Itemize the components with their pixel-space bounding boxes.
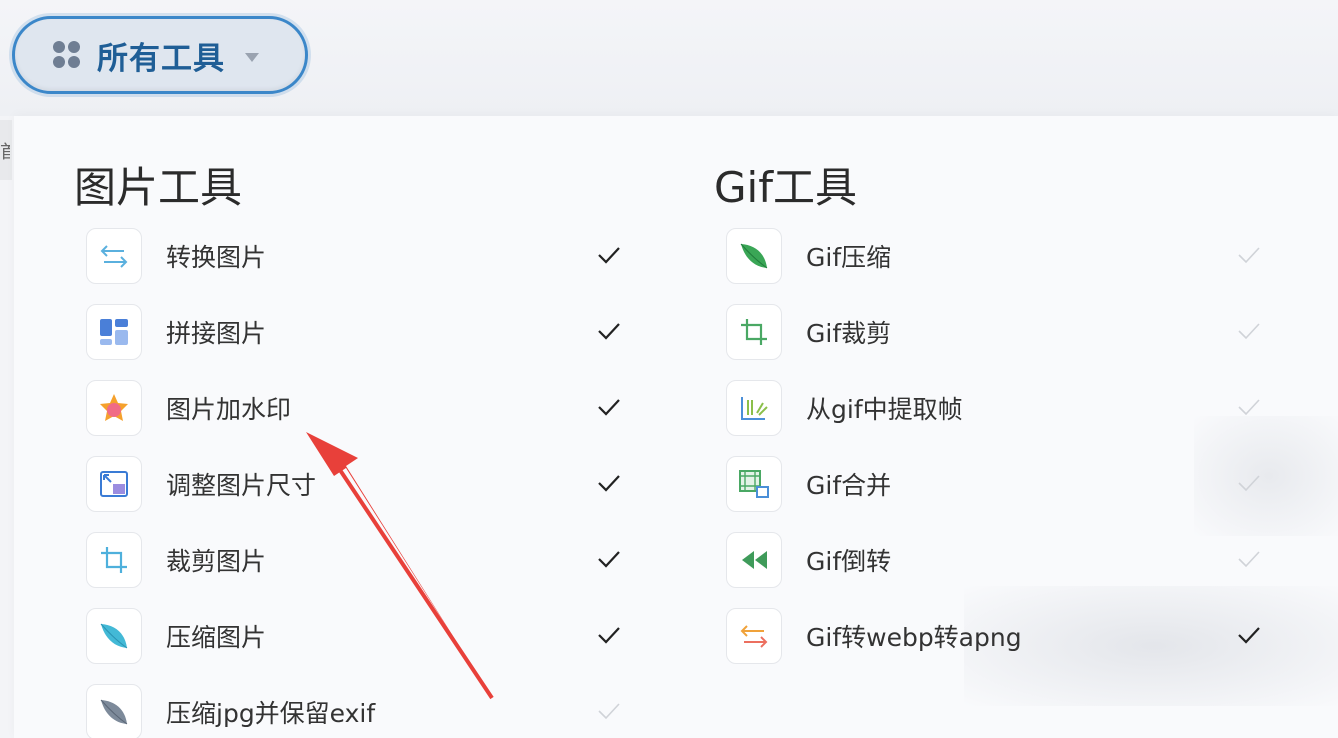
check-icon	[598, 475, 620, 492]
merge-frames-icon	[726, 456, 782, 512]
check-icon	[598, 247, 620, 264]
extract-frames-icon	[726, 380, 782, 436]
menu-item-label: 调整图片尺寸	[166, 471, 317, 500]
check-icon	[598, 323, 620, 340]
menu-item-gif-extract-frames[interactable]: 从gif中提取帧	[726, 378, 1266, 438]
menu-item-label: Gif裁剪	[806, 319, 892, 348]
menu-item-label: Gif合并	[806, 471, 892, 500]
caret-down-icon	[245, 52, 259, 62]
check-icon-inactive	[1238, 247, 1260, 264]
check-icon-inactive	[1238, 475, 1260, 492]
check-icon-inactive	[1238, 323, 1260, 340]
menu-item-crop-image[interactable]: 裁剪图片	[86, 530, 626, 590]
all-tools-label: 所有工具	[97, 40, 225, 77]
crop-green-icon	[726, 304, 782, 360]
menu-item-label: 从gif中提取帧	[806, 395, 963, 424]
tools-menu-panel: 图片工具 转换图片 拼接图片 图片加水印 调整图片尺寸 裁剪图片 压缩图片 压缩…	[14, 116, 1338, 738]
menu-item-gif-reverse[interactable]: Gif倒转	[726, 530, 1266, 590]
menu-item-gif-to-webp-apng[interactable]: Gif转webp转apng	[726, 606, 1266, 666]
check-icon	[598, 627, 620, 644]
grid-dots-icon	[53, 41, 81, 69]
leaf-green-icon	[726, 228, 782, 284]
menu-item-resize-image[interactable]: 调整图片尺寸	[86, 454, 626, 514]
menu-item-label: Gif转webp转apng	[806, 623, 1022, 652]
menu-item-label: 转换图片	[166, 243, 267, 272]
menu-item-compress-jpg-exif[interactable]: 压缩jpg并保留exif	[86, 682, 626, 738]
menu-item-gif-compress[interactable]: Gif压缩	[726, 226, 1266, 286]
check-icon-inactive	[598, 703, 620, 720]
menu-item-label: 压缩jpg并保留exif	[166, 699, 376, 728]
menu-item-gif-merge[interactable]: Gif合并	[726, 454, 1266, 514]
crop-icon	[86, 532, 142, 588]
all-tools-dropdown[interactable]: 所有工具	[12, 16, 308, 94]
menu-item-label: 裁剪图片	[166, 547, 267, 576]
menu-item-label: 压缩图片	[166, 623, 267, 652]
swap-arrows-orange-icon	[726, 608, 782, 664]
menu-item-label: 拼接图片	[166, 319, 267, 348]
star-badge-icon	[86, 380, 142, 436]
check-icon	[598, 399, 620, 416]
collage-icon	[86, 304, 142, 360]
leaf-icon	[86, 608, 142, 664]
check-icon-inactive	[1238, 551, 1260, 568]
menu-item-gif-crop[interactable]: Gif裁剪	[726, 302, 1266, 362]
check-icon-inactive	[1238, 399, 1260, 416]
menu-item-convert-image[interactable]: 转换图片	[86, 226, 626, 286]
swap-arrows-icon	[86, 228, 142, 284]
top-bar: 所有工具	[0, 0, 1338, 116]
app-page: 所有工具 首 图片工具 转换图片 拼接图片 图片加水印 调整图片尺寸 裁剪图片 …	[0, 0, 1338, 738]
resize-icon	[86, 456, 142, 512]
gif-tools-title: Gif工具	[714, 163, 858, 212]
menu-item-watermark[interactable]: 图片加水印	[86, 378, 626, 438]
leaf-gray-icon	[86, 684, 142, 738]
rewind-icon	[726, 532, 782, 588]
image-tools-title: 图片工具	[74, 163, 243, 212]
menu-item-stitch-images[interactable]: 拼接图片	[86, 302, 626, 362]
left-edge-text: 首	[0, 142, 10, 163]
check-icon	[1238, 627, 1260, 644]
check-icon	[598, 551, 620, 568]
menu-item-label: 图片加水印	[166, 395, 292, 424]
menu-item-label: Gif压缩	[806, 243, 892, 272]
menu-item-compress-image[interactable]: 压缩图片	[86, 606, 626, 666]
menu-item-label: Gif倒转	[806, 547, 892, 576]
